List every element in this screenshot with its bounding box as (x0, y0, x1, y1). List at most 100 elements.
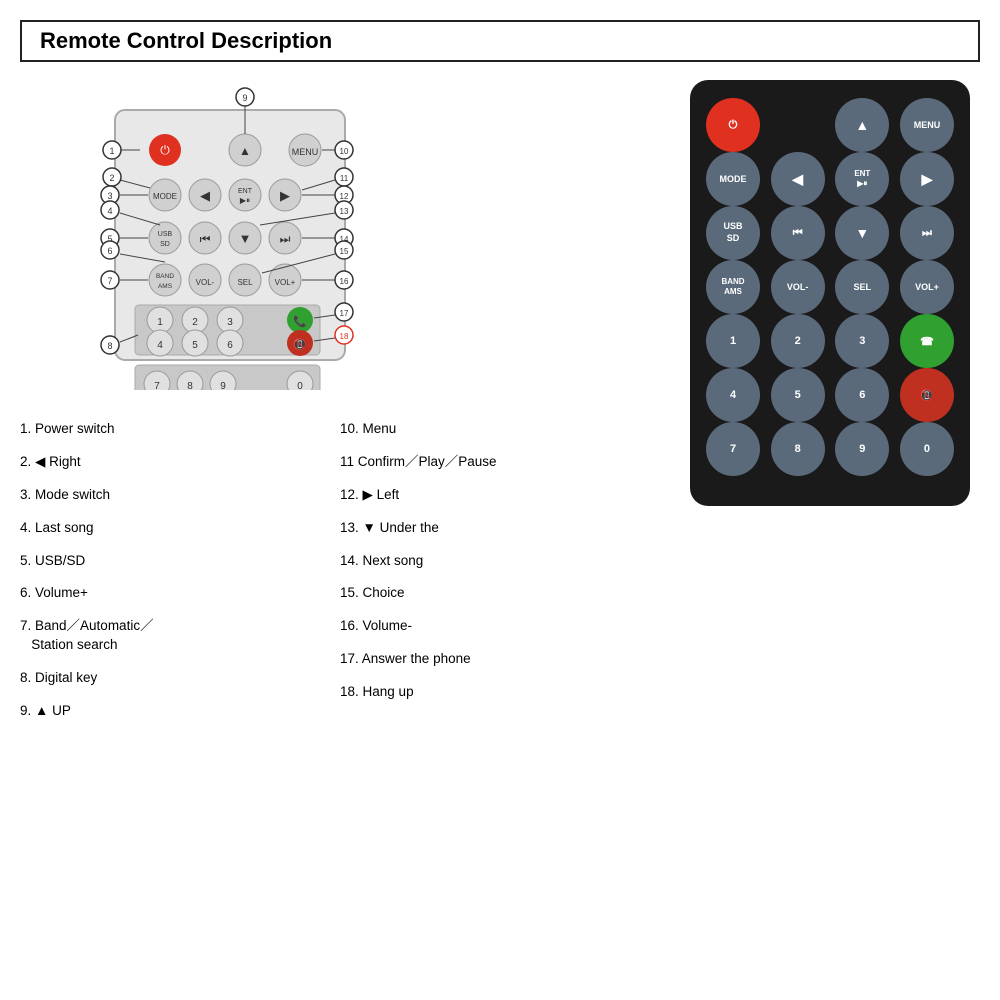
desc-item-13: 13. ▼ Under the (340, 519, 660, 538)
svg-text:MENU: MENU (292, 147, 319, 157)
svg-text:10: 10 (340, 147, 349, 156)
remote-row-1: ⏻ ▲ MENU (706, 98, 954, 152)
main-content: ⏻ ▲ MENU MODE ◀ ENT ▶⏸ ▶ (20, 80, 980, 735)
desc-item-8: 8. Digital key (20, 669, 340, 688)
svg-text:⏭: ⏭ (280, 232, 291, 246)
num3-button[interactable]: 3 (835, 314, 889, 368)
desc-item-14: 14. Next song (340, 552, 660, 571)
desc-num-7: 7. (20, 618, 31, 633)
page-container: Remote Control Description ⏻ ▲ (20, 20, 980, 735)
desc-item-3: 3. Mode switch (20, 486, 340, 505)
right-panel: ⏻ ▲ MENU MODE ◀ ENT▶⏸ ▶ USBSD ⏮ ▼ ⏭ (690, 80, 980, 735)
svg-text:9: 9 (220, 381, 226, 390)
desc-num-6: 6. (20, 585, 31, 600)
desc-item-6: 6. Volume+ (20, 584, 340, 603)
svg-text:1: 1 (157, 317, 163, 328)
num5-button[interactable]: 5 (771, 368, 825, 422)
svg-text:7: 7 (154, 381, 160, 390)
svg-text:⏻: ⏻ (160, 143, 170, 157)
svg-text:17: 17 (340, 309, 349, 318)
band-button[interactable]: BANDAMS (706, 260, 760, 314)
left-panel: ⏻ ▲ MENU MODE ◀ ENT ▶⏸ ▶ (20, 80, 660, 735)
desc-left-col: 1. Power switch 2. ◀ Right 3. Mode switc… (20, 420, 340, 735)
remote-row-7: 7 8 9 0 (706, 422, 954, 476)
desc-item-1: 1. Power switch (20, 420, 340, 439)
svg-text:13: 13 (340, 207, 349, 216)
left-arrow-button[interactable]: ◀ (771, 152, 825, 206)
description-area: 1. Power switch 2. ◀ Right 3. Mode switc… (20, 420, 660, 735)
next-button[interactable]: ⏭ (900, 206, 954, 260)
sel-button[interactable]: SEL (835, 260, 889, 314)
svg-text:SEL: SEL (237, 278, 253, 287)
desc-num-4: 4. (20, 520, 31, 535)
svg-text:▶: ▶ (280, 188, 290, 203)
svg-text:16: 16 (340, 277, 349, 286)
up-button[interactable]: ▲ (835, 98, 889, 152)
desc-num-11: 11 (340, 454, 354, 469)
svg-text:AMS: AMS (158, 283, 173, 290)
desc-num-3: 3. (20, 487, 31, 502)
num1-button[interactable]: 1 (706, 314, 760, 368)
num0-button[interactable]: 0 (900, 422, 954, 476)
svg-text:15: 15 (340, 247, 349, 256)
num7-button[interactable]: 7 (706, 422, 760, 476)
num8-button[interactable]: 8 (771, 422, 825, 476)
svg-text:1: 1 (109, 146, 114, 156)
svg-text:18: 18 (340, 332, 349, 341)
desc-num-8: 8. (20, 670, 31, 685)
svg-text:MODE: MODE (153, 192, 177, 201)
num2-button[interactable]: 2 (771, 314, 825, 368)
page-title: Remote Control Description (20, 20, 980, 62)
svg-text:◀: ◀ (200, 188, 210, 203)
svg-text:9: 9 (242, 93, 247, 103)
vol-minus-button[interactable]: VOL- (771, 260, 825, 314)
svg-text:ENT: ENT (238, 188, 253, 195)
desc-num-13: 13. (340, 520, 359, 535)
prev-button[interactable]: ⏮ (771, 206, 825, 260)
menu-button[interactable]: MENU (900, 98, 954, 152)
svg-text:6: 6 (227, 340, 233, 351)
desc-item-17: 17. Answer the phone (340, 650, 660, 669)
hangup-phone-button[interactable]: 📵 (900, 368, 954, 422)
desc-item-4: 4. Last song (20, 519, 340, 538)
num6-button[interactable]: 6 (835, 368, 889, 422)
svg-text:2: 2 (109, 173, 114, 183)
num9-button[interactable]: 9 (835, 422, 889, 476)
desc-num-10: 10. (340, 421, 359, 436)
desc-num-5: 5. (20, 553, 31, 568)
remote-row-5: 1 2 3 ☎ (706, 314, 954, 368)
svg-text:3: 3 (107, 191, 112, 201)
remote-row-4: BANDAMS VOL- SEL VOL+ (706, 260, 954, 314)
desc-num-9: 9. (20, 703, 31, 718)
svg-text:5: 5 (192, 340, 198, 351)
num4-button[interactable]: 4 (706, 368, 760, 422)
svg-text:▼: ▼ (239, 231, 252, 246)
desc-item-12: 12. ▶ Left (340, 486, 660, 505)
desc-item-18: 18. Hang up (340, 683, 660, 702)
svg-text:4: 4 (157, 340, 163, 351)
desc-num-14: 14. (340, 553, 359, 568)
desc-item-15: 15. Choice (340, 584, 660, 603)
diagram-area: ⏻ ▲ MENU MODE ◀ ENT ▶⏸ ▶ (20, 80, 450, 390)
svg-text:▲: ▲ (239, 144, 251, 158)
desc-item-11: 11 Confirm／Play／Pause (340, 453, 660, 472)
desc-item-7: 7. Band／Automatic／ Station search (20, 617, 340, 655)
ent-button[interactable]: ENT▶⏸ (835, 152, 889, 206)
right-arrow-button[interactable]: ▶ (900, 152, 954, 206)
power-button[interactable]: ⏻ (706, 98, 760, 152)
vol-plus-button[interactable]: VOL+ (900, 260, 954, 314)
svg-text:4: 4 (107, 206, 112, 216)
remote-row-3: USBSD ⏮ ▼ ⏭ (706, 206, 954, 260)
usb-sd-button[interactable]: USBSD (706, 206, 760, 260)
svg-text:0: 0 (297, 381, 303, 390)
desc-item-9: 9. ▲ UP (20, 702, 340, 721)
svg-text:3: 3 (227, 317, 233, 328)
answer-phone-button[interactable]: ☎ (900, 314, 954, 368)
desc-num-15: 15. (340, 585, 359, 600)
svg-text:12: 12 (340, 192, 349, 201)
desc-num-12: 12. (340, 487, 359, 502)
mode-button[interactable]: MODE (706, 152, 760, 206)
remote-body: ⏻ ▲ MENU MODE ◀ ENT▶⏸ ▶ USBSD ⏮ ▼ ⏭ (690, 80, 970, 506)
down-arrow-button[interactable]: ▼ (835, 206, 889, 260)
desc-item-2: 2. ◀ Right (20, 453, 340, 472)
